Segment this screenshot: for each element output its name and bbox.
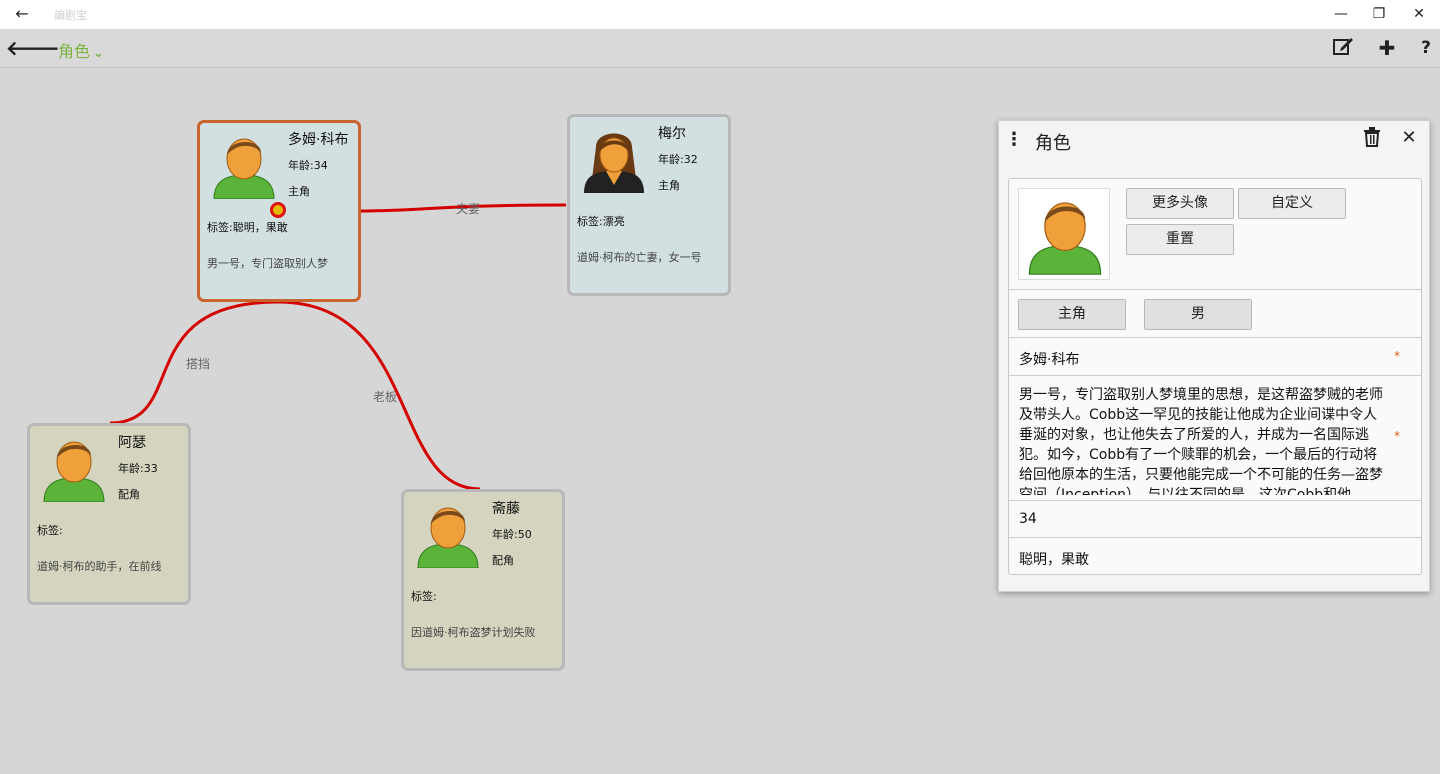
card-tags: 标签:: [37, 524, 63, 537]
required-marker: *: [1394, 429, 1400, 443]
connection-handle[interactable]: [270, 202, 286, 218]
card-age: 年龄:32: [658, 153, 698, 166]
card-age: 年龄:33: [118, 462, 158, 475]
character-detail-panel: ⋮ 角色 ✕ 更多头像 自定义 重置 主角 男 多姆·科布 * 男一号，专门盗取…: [998, 120, 1430, 592]
panel-menu-icon[interactable]: ⋮: [1005, 131, 1023, 149]
mode-label: 角色: [58, 42, 91, 61]
card-name: 多姆·科布: [288, 132, 349, 148]
portrait-frame[interactable]: [1018, 188, 1110, 280]
card-tags: 标签:聪明，果敢: [207, 221, 288, 234]
more-avatars-button[interactable]: 更多头像: [1126, 188, 1234, 219]
tags-field[interactable]: 聪明，果敢: [1019, 549, 1089, 569]
required-marker: *: [1394, 349, 1400, 363]
card-tags: 标签:: [411, 590, 437, 603]
link-label-spouse: 夫妻: [456, 202, 481, 216]
help-icon[interactable]: ?: [1413, 35, 1439, 61]
card-age: 年龄:50: [492, 528, 532, 541]
window-title: 编剧宝: [54, 9, 87, 22]
character-card[interactable]: 梅尔 年龄:32 主角 标签:漂亮 道姆·柯布的亡妻，女一号: [567, 114, 731, 296]
mode-dropdown[interactable]: 角色 ⌄: [58, 38, 104, 62]
panel-title: 角色: [1035, 133, 1071, 154]
description-textarea[interactable]: 男一号，专门盗取别人梦境里的思想，是这帮盗梦贼的老师及带头人。Cobb这一罕见的…: [1019, 385, 1389, 495]
link-label-partner: 搭挡: [186, 357, 211, 371]
close-icon[interactable]: ✕: [1398, 127, 1420, 148]
divider: [1009, 289, 1421, 290]
card-role: 配角: [492, 554, 514, 567]
age-field[interactable]: 34: [1019, 511, 1037, 527]
card-description: 因道姆·柯布盗梦计划失败: [411, 626, 536, 639]
male-avatar-icon: [417, 507, 479, 568]
card-role: 主角: [658, 179, 680, 192]
card-name: 阿瑟: [118, 435, 146, 451]
title-bar: ← 编剧宝 — ❐ ✕: [0, 0, 1440, 29]
gender-select-button[interactable]: 男: [1144, 299, 1252, 330]
back-arrow-icon[interactable]: 🡐: [6, 36, 60, 60]
custom-avatar-button[interactable]: 自定义: [1238, 188, 1346, 219]
card-description: 道姆·柯布的亡妻，女一号: [577, 251, 702, 264]
edit-icon[interactable]: [1330, 35, 1356, 61]
card-description: 男一号，专门盗取别人梦: [207, 257, 328, 270]
card-role: 配角: [118, 488, 140, 501]
character-card[interactable]: 阿瑟 年龄:33 配角 标签: 道姆·柯布的助手，在前线: [27, 423, 191, 605]
divider: [1009, 500, 1421, 501]
link-label-boss: 老板: [373, 390, 398, 404]
male-avatar-icon: [1028, 202, 1102, 275]
window-back-arrow-icon[interactable]: ←: [10, 4, 34, 24]
divider: [1009, 537, 1421, 538]
divider: [1009, 375, 1421, 376]
male-avatar-icon: [213, 138, 275, 199]
card-tags: 标签:漂亮: [577, 215, 625, 228]
divider: [1009, 337, 1421, 338]
reset-avatar-button[interactable]: 重置: [1126, 224, 1234, 255]
close-window-button[interactable]: ✕: [1396, 0, 1440, 29]
card-name: 梅尔: [658, 126, 686, 142]
card-name: 斋藤: [492, 501, 520, 517]
role-select-button[interactable]: 主角: [1018, 299, 1126, 330]
add-icon[interactable]: ✚: [1374, 35, 1400, 61]
toolbar: 🡐 角色 ⌄ ✚ ?: [0, 29, 1440, 68]
character-card[interactable]: 斋藤 年龄:50 配角 标签: 因道姆·柯布盗梦计划失败: [401, 489, 565, 671]
female-avatar-icon: [584, 133, 644, 193]
card-age: 年龄:34: [288, 159, 328, 172]
name-field[interactable]: 多姆·科布: [1019, 349, 1079, 369]
trash-icon[interactable]: [1363, 127, 1385, 149]
card-role: 主角: [288, 185, 310, 198]
chevron-down-icon: ⌄: [93, 46, 104, 61]
card-description: 道姆·柯布的助手，在前线: [37, 560, 162, 573]
male-avatar-icon: [43, 441, 105, 502]
panel-form: 更多头像 自定义 重置 主角 男 多姆·科布 * 男一号，专门盗取别人梦境里的思…: [1008, 178, 1422, 575]
character-card[interactable]: 多姆·科布 年龄:34 主角 标签:聪明，果敢 男一号，专门盗取别人梦: [197, 120, 361, 302]
